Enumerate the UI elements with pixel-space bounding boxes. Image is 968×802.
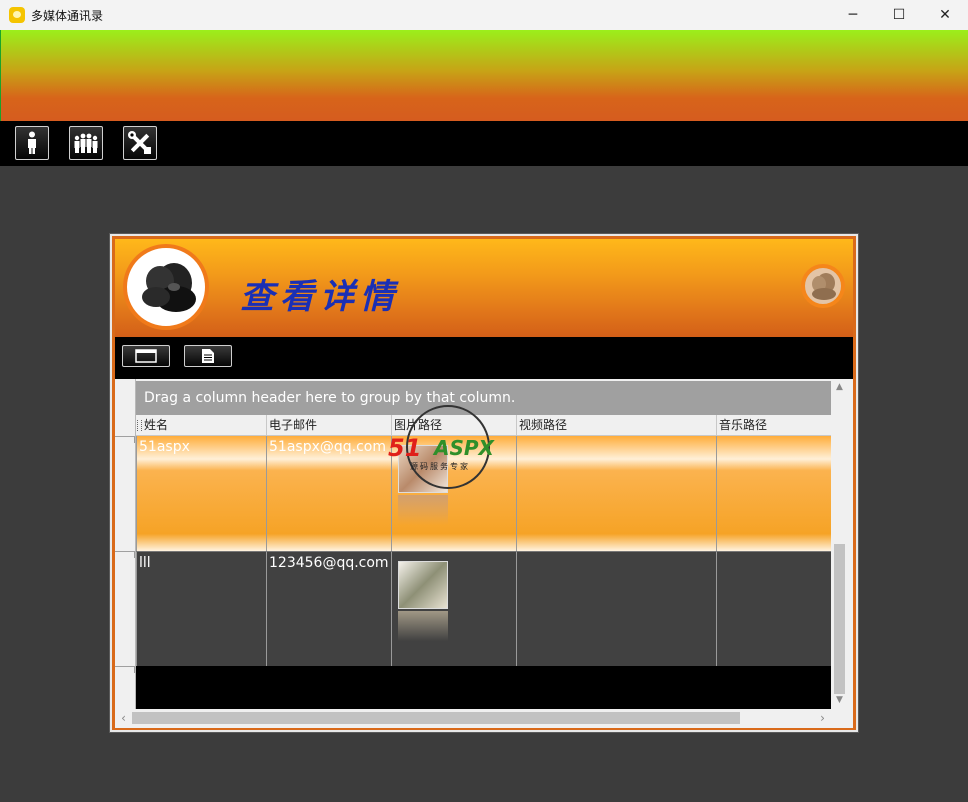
contact-button[interactable] xyxy=(15,126,49,160)
detail-panel: 查看详情 Drag a column header here to group … xyxy=(109,233,859,733)
contacts-small-icon[interactable] xyxy=(801,264,845,308)
row-selector-line xyxy=(115,551,135,558)
main-toolbar xyxy=(0,121,968,166)
contacts-group-icon xyxy=(142,263,196,312)
row-selector-line xyxy=(115,666,135,673)
window-icon xyxy=(135,349,157,363)
group-by-area[interactable]: Drag a column header here to group by th… xyxy=(136,381,831,415)
group-avatar-icon xyxy=(812,273,836,300)
column-header-music-path[interactable]: 音乐路径 xyxy=(717,415,831,436)
column-header-video-path[interactable]: 视频路径 xyxy=(517,415,717,436)
cell-name[interactable]: lll xyxy=(136,552,267,666)
detail-toolbar xyxy=(115,337,853,379)
cell-image[interactable] xyxy=(392,436,517,551)
cell-video[interactable] xyxy=(517,552,717,666)
column-header-image-path[interactable]: 图片路径 xyxy=(392,415,517,436)
document-icon xyxy=(202,349,214,363)
cell-email[interactable]: 123456@qq.com xyxy=(267,552,392,666)
header-banner xyxy=(0,30,968,121)
group-icon xyxy=(74,133,98,153)
window-title: 多媒体通讯录 xyxy=(31,9,104,23)
column-header-name[interactable]: 姓名 xyxy=(142,415,267,436)
scroll-right-icon[interactable]: › xyxy=(814,709,831,727)
contact-avatar xyxy=(123,244,209,330)
scroll-left-icon[interactable]: ‹ xyxy=(115,709,132,727)
document-button[interactable] xyxy=(184,345,232,367)
group-button[interactable] xyxy=(69,126,103,160)
cell-video[interactable] xyxy=(517,436,717,551)
photo-thumbnail xyxy=(398,561,448,641)
photo-thumbnail xyxy=(398,445,448,525)
cell-image[interactable] xyxy=(392,552,517,666)
cell-email[interactable]: 51aspx@qq.com xyxy=(267,436,392,551)
contacts-grid: Drag a column header here to group by th… xyxy=(115,379,853,728)
minimize-button[interactable]: ─ xyxy=(830,0,876,30)
grid-data-area: 51aspx 51aspx@qq.com lll 123456@qq.com xyxy=(136,436,831,709)
maximize-button[interactable]: ☐ xyxy=(876,0,922,30)
horizontal-scroll-thumb[interactable] xyxy=(132,712,740,724)
cell-music[interactable] xyxy=(717,552,831,666)
scroll-up-icon[interactable]: ▲ xyxy=(831,379,848,396)
row-selector-column xyxy=(115,379,136,709)
table-row[interactable]: lll 123456@qq.com xyxy=(136,551,831,666)
close-button[interactable]: ✕ xyxy=(922,0,968,30)
cell-music[interactable] xyxy=(717,436,831,551)
horizontal-scrollbar[interactable]: ‹ › xyxy=(115,709,831,727)
vertical-scrollbar[interactable]: ▲ ▼ xyxy=(831,379,848,709)
cell-name[interactable]: 51aspx xyxy=(136,436,267,551)
row-selector-line xyxy=(115,436,135,443)
settings-button[interactable] xyxy=(123,126,157,160)
app-icon xyxy=(9,7,25,23)
vertical-scroll-thumb[interactable] xyxy=(834,544,845,694)
title-bar: 多媒体通讯录 ─ ☐ ✕ xyxy=(0,0,968,30)
table-row[interactable]: 51aspx 51aspx@qq.com xyxy=(136,436,831,551)
tools-icon xyxy=(128,131,151,154)
column-header-row: 姓名 电子邮件 图片路径 视频路径 音乐路径 xyxy=(136,415,831,436)
person-icon xyxy=(28,131,36,154)
column-header-email[interactable]: 电子邮件 xyxy=(267,415,392,436)
detail-title: 查看详情 xyxy=(240,277,400,317)
window-button[interactable] xyxy=(122,345,170,367)
scroll-down-icon[interactable]: ▼ xyxy=(831,692,848,709)
detail-header: 查看详情 xyxy=(115,239,853,337)
